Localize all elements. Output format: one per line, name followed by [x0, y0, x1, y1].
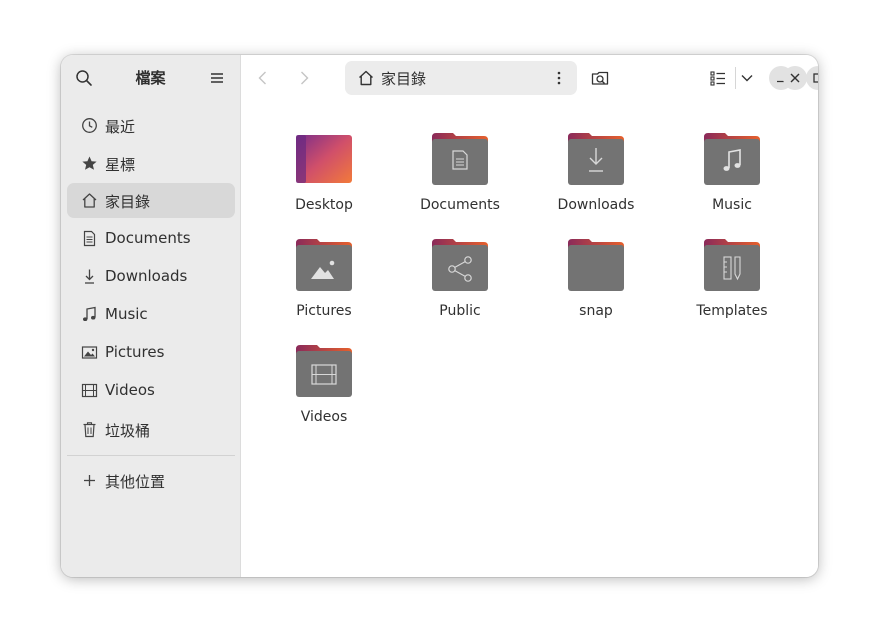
file-name: Videos	[300, 409, 348, 425]
folder-icon	[568, 239, 624, 291]
clock-icon	[82, 118, 97, 133]
sidebar-item-documents[interactable]: Documents	[67, 221, 235, 256]
sidebar-item-label: 家目錄	[105, 193, 151, 211]
sidebar-item-videos[interactable]: Videos	[67, 373, 235, 408]
sidebar-item-music[interactable]: Music	[67, 297, 235, 332]
sidebar-item-home[interactable]: 家目錄	[67, 183, 235, 218]
picture-icon	[81, 346, 98, 359]
file-name: Pictures	[296, 303, 352, 319]
file-manager-window: 檔案 最近 星標 家目錄 Documents Downloads Music P…	[61, 55, 818, 577]
file-name: Music	[712, 197, 752, 213]
file-name: Desktop	[295, 197, 353, 213]
trash-icon	[83, 422, 96, 438]
sidebar: 檔案 最近 星標 家目錄 Documents Downloads Music P…	[61, 55, 241, 577]
sidebar-item-label: Music	[105, 305, 148, 323]
file-name: Templates	[696, 303, 768, 319]
file-item-templates[interactable]: Templates	[668, 239, 788, 339]
sidebar-header: 檔案	[61, 55, 240, 101]
sidebar-item-label: 最近	[105, 118, 136, 136]
sidebar-item-label: Pictures	[105, 343, 165, 361]
desktop-folder-icon	[296, 135, 352, 183]
file-item-snap[interactable]: snap	[532, 239, 652, 339]
file-item-public[interactable]: Public	[396, 239, 516, 339]
file-item-downloads[interactable]: Downloads	[532, 133, 652, 233]
plus-icon	[84, 475, 95, 486]
templates-folder-icon	[704, 239, 760, 291]
download-icon	[85, 269, 94, 284]
file-name: Documents	[420, 197, 500, 213]
file-name: snap	[579, 303, 613, 319]
file-grid: Desktop Documents Downloads Music Pictur…	[241, 55, 818, 577]
videos-folder-icon	[296, 345, 352, 397]
sidebar-item-trash[interactable]: 垃圾桶	[67, 412, 235, 447]
file-item-documents[interactable]: Documents	[396, 133, 516, 233]
home-icon	[82, 193, 97, 208]
pictures-folder-icon	[296, 239, 352, 291]
sidebar-item-pictures[interactable]: Pictures	[67, 335, 235, 370]
file-name: Public	[439, 303, 481, 319]
music-folder-icon	[704, 133, 760, 185]
file-item-music[interactable]: Music	[668, 133, 788, 233]
file-item-videos[interactable]: Videos	[260, 345, 380, 445]
sidebar-item-starred[interactable]: 星標	[67, 146, 235, 181]
sidebar-item-label: 垃圾桶	[105, 422, 151, 440]
music-icon	[83, 306, 96, 321]
hamburger-menu-icon[interactable]	[210, 71, 224, 85]
sidebar-item-other-locations[interactable]: 其他位置	[67, 463, 235, 498]
sidebar-item-recent[interactable]: 最近	[67, 108, 235, 143]
sidebar-item-label: Downloads	[105, 267, 188, 285]
sidebar-divider	[67, 455, 235, 456]
sidebar-item-label: Videos	[105, 381, 155, 399]
sidebar-item-label: 星標	[105, 156, 136, 174]
public-folder-icon	[432, 239, 488, 291]
documents-folder-icon	[432, 133, 488, 185]
file-name: Downloads	[557, 197, 635, 213]
document-icon	[83, 230, 96, 247]
star-icon	[82, 156, 97, 170]
sidebar-item-label: Documents	[105, 229, 191, 247]
file-item-desktop[interactable]: Desktop	[260, 133, 380, 233]
film-icon	[81, 383, 98, 398]
sidebar-item-downloads[interactable]: Downloads	[67, 259, 235, 294]
sidebar-item-label: 其他位置	[105, 473, 166, 491]
file-item-pictures[interactable]: Pictures	[260, 239, 380, 339]
downloads-folder-icon	[568, 133, 624, 185]
